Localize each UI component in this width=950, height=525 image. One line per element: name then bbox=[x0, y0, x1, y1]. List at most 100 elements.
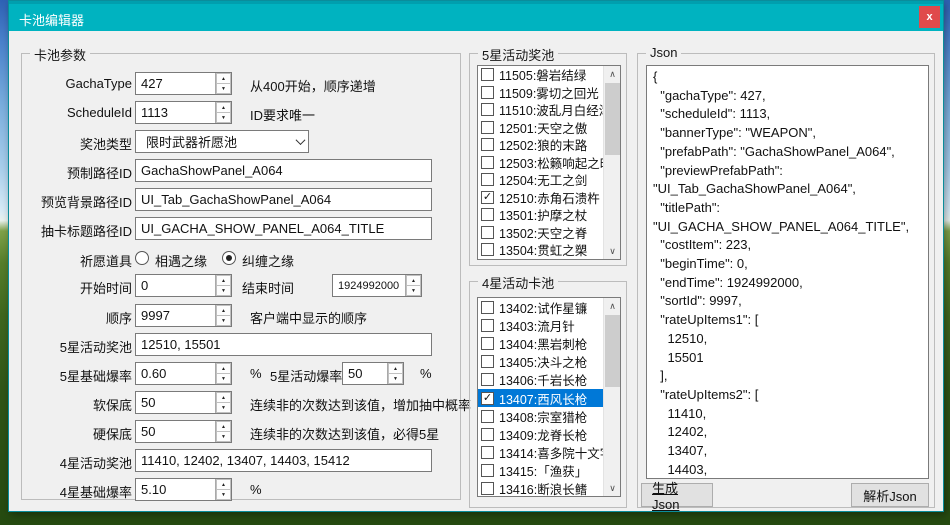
list-item[interactable]: 12504:无工之剑 bbox=[478, 171, 620, 189]
generate-json-button[interactable]: 生成Json bbox=[641, 483, 713, 507]
spin-down-icon[interactable]: ▼ bbox=[216, 402, 231, 413]
spin-up-icon[interactable]: ▲ bbox=[388, 363, 403, 373]
list-item[interactable]: 13407:西风长枪 bbox=[478, 389, 620, 407]
checkbox-icon[interactable] bbox=[481, 482, 494, 495]
prefabpath-label: 预制路径ID bbox=[22, 163, 132, 182]
checkbox-icon[interactable] bbox=[481, 173, 494, 186]
titlepath-input[interactable]: UI_GACHA_SHOW_PANEL_A064_TITLE bbox=[135, 217, 432, 240]
spin-up-icon[interactable]: ▲ bbox=[216, 102, 231, 112]
spin-up-icon[interactable]: ▲ bbox=[216, 363, 231, 373]
softpity-value: 50 bbox=[136, 395, 215, 410]
list-item[interactable]: 13403:流月针 bbox=[478, 316, 620, 334]
spin-down-icon[interactable]: ▼ bbox=[216, 83, 231, 94]
list-item[interactable]: 12510:赤角石溃杵 bbox=[478, 189, 620, 207]
spin-down-icon[interactable]: ▼ bbox=[406, 285, 421, 296]
list-item[interactable]: 13406:千岩长枪 bbox=[478, 371, 620, 389]
spin-up-icon[interactable]: ▲ bbox=[216, 305, 231, 315]
prefabpath-input[interactable]: GachaShowPanel_A064 bbox=[135, 159, 432, 182]
checkbox-icon[interactable] bbox=[481, 464, 494, 477]
hardpity-spinner[interactable]: 50 ▲▼ bbox=[135, 420, 232, 443]
checkbox-icon[interactable] bbox=[481, 373, 494, 386]
begintime-spinner[interactable]: 0 ▲▼ bbox=[135, 274, 232, 297]
checkbox-icon[interactable] bbox=[481, 191, 494, 204]
checkbox-icon[interactable] bbox=[481, 355, 494, 368]
list-item[interactable]: 13414:喜多院十文字 bbox=[478, 444, 620, 462]
checkbox-icon[interactable] bbox=[481, 392, 494, 405]
star5pool-input[interactable]: 12510, 15501 bbox=[135, 333, 432, 356]
checkbox-icon[interactable] bbox=[481, 410, 494, 423]
list-item[interactable]: 11505:磐岩结绿 bbox=[478, 66, 620, 84]
spin-up-icon[interactable]: ▲ bbox=[216, 275, 231, 285]
list-item[interactable]: 13415:「渔获」 bbox=[478, 462, 620, 480]
star5baserate-spinner[interactable]: 0.60 ▲▼ bbox=[135, 362, 232, 385]
softpity-spinner[interactable]: 50 ▲▼ bbox=[135, 391, 232, 414]
checkbox-icon[interactable] bbox=[481, 121, 494, 134]
parse-json-button[interactable]: 解析Json bbox=[851, 483, 929, 507]
spin-up-icon[interactable]: ▲ bbox=[216, 392, 231, 402]
star5-scrollbar[interactable]: ∧ ∨ bbox=[603, 66, 620, 259]
spin-up-icon[interactable]: ▲ bbox=[216, 421, 231, 431]
spin-down-icon[interactable]: ▼ bbox=[216, 431, 231, 442]
scrollbar-thumb[interactable] bbox=[605, 315, 620, 387]
checkbox-icon[interactable] bbox=[481, 301, 494, 314]
star4baserate-spinner[interactable]: 5.10 ▲▼ bbox=[135, 478, 232, 501]
checkbox-icon[interactable] bbox=[481, 226, 494, 239]
spin-up-icon[interactable]: ▲ bbox=[406, 275, 421, 285]
scrollbar-thumb[interactable] bbox=[605, 83, 620, 155]
checkbox-icon[interactable] bbox=[481, 156, 494, 169]
checkbox-icon[interactable] bbox=[481, 86, 494, 99]
list-item[interactable]: 13408:宗室猎枪 bbox=[478, 407, 620, 425]
spin-down-icon[interactable]: ▼ bbox=[216, 285, 231, 296]
star4pool-input[interactable]: 11410, 12402, 13407, 14403, 15412 bbox=[135, 449, 432, 472]
list-item[interactable]: 13405:决斗之枪 bbox=[478, 353, 620, 371]
list-item[interactable]: 13504:贯虹之槊 bbox=[478, 241, 620, 259]
checkbox-icon[interactable] bbox=[481, 337, 494, 350]
scroll-down-icon[interactable]: ∨ bbox=[604, 243, 621, 259]
list-item[interactable]: 12503:松籁响起之时 bbox=[478, 154, 620, 172]
list-item[interactable]: 13502:天空之脊 bbox=[478, 224, 620, 242]
checkbox-icon[interactable] bbox=[481, 208, 494, 221]
checkbox-icon[interactable] bbox=[481, 243, 494, 256]
star4-listbox[interactable]: 13402:试作星镰 13403:流月针 13404:黑岩刺枪 13405:决斗… bbox=[477, 297, 621, 497]
list-item[interactable]: 13501:护摩之杖 bbox=[478, 206, 620, 224]
radio-intertwined-fate[interactable] bbox=[222, 251, 236, 265]
checkbox-icon[interactable] bbox=[481, 68, 494, 81]
title-bar[interactable]: 卡池编辑器 x bbox=[9, 1, 943, 31]
scroll-down-icon[interactable]: ∨ bbox=[604, 480, 621, 496]
spin-down-icon[interactable]: ▼ bbox=[216, 315, 231, 326]
list-item[interactable]: 11510:波乱月白经津 bbox=[478, 101, 620, 119]
star4-scrollbar[interactable]: ∧ ∨ bbox=[603, 298, 620, 496]
spin-down-icon[interactable]: ▼ bbox=[388, 373, 403, 384]
star5-listbox[interactable]: 11505:磐岩结绿 11509:雾切之回光 11510:波乱月白经津 1250… bbox=[477, 65, 621, 260]
list-item[interactable]: 11509:雾切之回光 bbox=[478, 84, 620, 102]
pooltype-combobox[interactable]: 限时武器祈愿池 bbox=[135, 130, 309, 153]
list-item[interactable]: 13409:龙脊长枪 bbox=[478, 425, 620, 443]
radio-acquaint-fate[interactable] bbox=[135, 251, 149, 265]
json-textarea[interactable]: { "gachaType": 427, "scheduleId": 1113, … bbox=[646, 65, 929, 479]
scroll-up-icon[interactable]: ∧ bbox=[604, 66, 621, 82]
checkbox-icon[interactable] bbox=[481, 446, 494, 459]
list-item[interactable]: 13416:断浪长鳍 bbox=[478, 480, 620, 497]
list-item[interactable]: 13402:试作星镰 bbox=[478, 298, 620, 316]
scheduleid-spinner[interactable]: 1113 ▲▼ bbox=[135, 101, 232, 124]
list-item[interactable]: 12501:天空之傲 bbox=[478, 119, 620, 137]
checkbox-icon[interactable] bbox=[481, 103, 494, 116]
checkbox-icon[interactable] bbox=[481, 319, 494, 332]
spin-up-icon[interactable]: ▲ bbox=[216, 479, 231, 489]
checkbox-icon[interactable] bbox=[481, 138, 494, 151]
endtime-label: 结束时间 bbox=[242, 278, 294, 297]
close-button[interactable]: x bbox=[919, 6, 940, 28]
star5eventrate-spinner[interactable]: 50 ▲▼ bbox=[342, 362, 404, 385]
spin-down-icon[interactable]: ▼ bbox=[216, 373, 231, 384]
spin-up-icon[interactable]: ▲ bbox=[216, 73, 231, 83]
scroll-up-icon[interactable]: ∧ bbox=[604, 298, 621, 314]
list-item[interactable]: 12502:狼的末路 bbox=[478, 136, 620, 154]
spin-down-icon[interactable]: ▼ bbox=[216, 489, 231, 500]
spin-down-icon[interactable]: ▼ bbox=[216, 112, 231, 123]
gachatype-spinner[interactable]: 427 ▲▼ bbox=[135, 72, 232, 95]
previewpath-input[interactable]: UI_Tab_GachaShowPanel_A064 bbox=[135, 188, 432, 211]
endtime-spinner[interactable]: 1924992000 ▲▼ bbox=[332, 274, 422, 297]
list-item[interactable]: 13404:黑岩刺枪 bbox=[478, 334, 620, 352]
checkbox-icon[interactable] bbox=[481, 428, 494, 441]
sortid-spinner[interactable]: 9997 ▲▼ bbox=[135, 304, 232, 327]
